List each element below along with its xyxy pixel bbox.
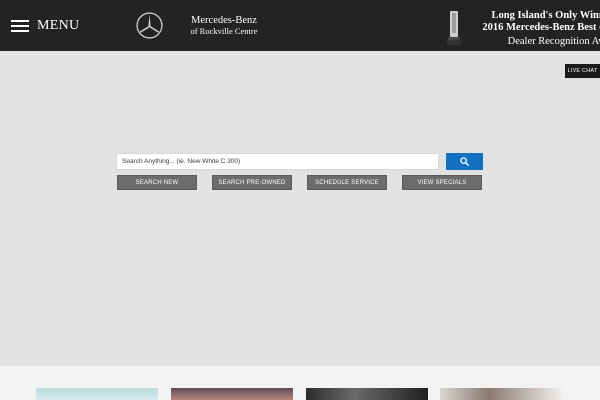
dealer-name-line2: of Rockville Centre	[190, 26, 258, 36]
promo-thumbnail[interactable]	[171, 388, 293, 400]
dealer-name-line1: Mercedes-Benz	[191, 15, 257, 26]
menu-label: MENU	[37, 18, 80, 33]
search-icon	[460, 157, 469, 166]
award-banner: Long Island's Only Winner 2016 Mercedes-…	[462, 8, 600, 48]
live-chat-button[interactable]: LIVE CHAT	[565, 64, 600, 78]
award-line2: 2016 Mercedes-Benz Best of t	[482, 22, 600, 33]
search-button[interactable]	[446, 153, 483, 170]
hamburger-menu-icon	[11, 20, 29, 32]
menu-button[interactable]: MENU	[11, 13, 79, 39]
promo-thumbnail[interactable]	[306, 388, 428, 400]
trophy-icon	[447, 11, 461, 45]
dealer-name[interactable]: Mercedes-Benz of Rockville Centre	[178, 15, 270, 37]
site-header: MENU Mercedes-Benz of Rockville Centre L…	[0, 0, 600, 51]
search-input[interactable]	[116, 153, 439, 170]
mercedes-star-icon[interactable]	[136, 12, 163, 39]
award-line1: Long Island's Only Winner	[491, 10, 600, 21]
promo-strip	[0, 366, 600, 400]
promo-thumbnail[interactable]	[440, 388, 562, 400]
schedule-service-button[interactable]: SCHEDULE SERVICE	[307, 175, 387, 190]
view-specials-button[interactable]: VIEW SPECIALS	[402, 175, 482, 190]
search-new-button[interactable]: SEARCH NEW	[117, 175, 197, 190]
search-pre-owned-button[interactable]: SEARCH PRE-OWNED	[212, 175, 292, 190]
promo-thumbnail[interactable]	[36, 388, 158, 400]
award-line3: Dealer Recognition Awar	[507, 36, 600, 47]
